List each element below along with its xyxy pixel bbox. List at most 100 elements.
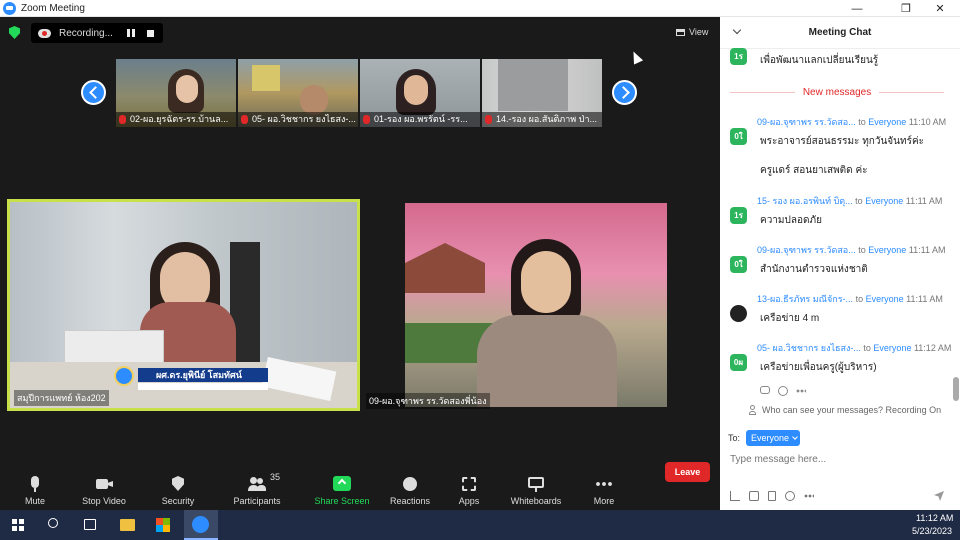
chat-message: 09-ผอ.จุฑาพร รร.วัดสอ... to Everyone 11:… bbox=[720, 242, 952, 282]
reactions-button[interactable]: Reactions bbox=[388, 468, 432, 510]
format-icon[interactable] bbox=[730, 491, 740, 501]
video-camera-icon bbox=[95, 476, 113, 492]
meeting-chat-panel: Meeting Chat 1ร เพื่อพัฒนาแลกเปลี่ยนเรีย… bbox=[720, 17, 960, 510]
whiteboard-icon bbox=[527, 476, 545, 492]
send-icon[interactable] bbox=[934, 491, 944, 501]
clock-date[interactable]: 5/23/2023 bbox=[912, 526, 952, 536]
more-dots-icon bbox=[595, 476, 613, 492]
meeting-top-bar: Recording... View bbox=[0, 17, 720, 49]
participants-count: 35 bbox=[270, 472, 281, 482]
meeting-area: Recording... View 02-ผอ.ยุรฉัตร-รร.บ้านล… bbox=[0, 17, 720, 510]
previous-page-button[interactable] bbox=[81, 80, 106, 105]
chat-header: Meeting Chat bbox=[720, 17, 960, 49]
avatar: 0ใ bbox=[730, 256, 747, 273]
window-title: Zoom Meeting bbox=[21, 2, 85, 14]
message-text: ครูแดร์ สอนยาเสพติด ค่ะ bbox=[760, 165, 868, 176]
message-text: เพื่อพัฒนาแลกเปลี่ยนเรียนรู้ bbox=[760, 55, 879, 66]
message-text: เครือข่ายเพื่อนครู(ผู้บริหาร) bbox=[760, 362, 877, 373]
muted-mic-icon bbox=[241, 115, 248, 124]
message-meta: 09-ผอ.จุฑาพร รร.วัดสอ... to Everyone 11:… bbox=[757, 117, 947, 127]
recording-indicator: Recording... bbox=[31, 23, 163, 43]
clock-time[interactable]: 11:12 AM bbox=[916, 513, 953, 523]
meeting-toolbar: Mute Stop Video Security Participants 35… bbox=[0, 468, 720, 510]
chat-message-input[interactable] bbox=[730, 450, 950, 468]
participant-name: 09-ผอ.จุฑาพร รร.วัดสองพี่น้อง bbox=[366, 393, 490, 409]
shield-icon[interactable] bbox=[9, 26, 20, 39]
participant-thumbnail[interactable]: 01-รอง ผอ.พรรัตน์ -รร... bbox=[360, 59, 480, 127]
view-button[interactable]: View bbox=[676, 27, 708, 37]
avatar: 0ใ bbox=[730, 128, 747, 145]
to-label: To: bbox=[728, 433, 741, 443]
security-button[interactable]: Security bbox=[160, 468, 196, 510]
reply-icon[interactable] bbox=[760, 386, 770, 394]
participant-name: 14.-รอง ผอ.สันติภาพ ป่า... bbox=[482, 112, 602, 127]
avatar: 1ร bbox=[730, 48, 747, 65]
new-messages-divider: New messages bbox=[730, 85, 945, 99]
participant-name: 02-ผอ.ยุรฉัตร-รร.บ้านล... bbox=[116, 112, 236, 127]
more-button[interactable]: More bbox=[590, 468, 618, 510]
windows-start-icon[interactable] bbox=[12, 519, 24, 531]
screenshot-icon[interactable] bbox=[749, 491, 759, 501]
pause-recording-button[interactable] bbox=[127, 29, 135, 37]
chat-message: 13-ผอ.ธีรภัทร มณีจักร-... to Everyone 11… bbox=[720, 291, 952, 331]
participant-thumbnail[interactable]: 02-ผอ.ยุรฉัตร-รร.บ้านล... bbox=[116, 59, 236, 127]
recipient-select[interactable]: Everyone bbox=[746, 430, 800, 446]
windows-taskbar: 11:12 AM 5/23/2023 bbox=[0, 510, 960, 540]
task-view-icon[interactable] bbox=[84, 519, 96, 530]
close-button[interactable]: ✕ bbox=[925, 0, 955, 17]
participant-video[interactable]: 09-ผอ.จุฑาพร รร.วัดสองพี่น้อง bbox=[362, 199, 713, 411]
privacy-notice[interactable]: Who can see your messages? Recording On bbox=[762, 405, 941, 415]
restore-button[interactable]: ❐ bbox=[891, 0, 921, 17]
grid-view-icon bbox=[676, 28, 685, 36]
message-text: พระอาจารย์สอนธรรมะ ทุกวันจันทร์ค่ะ bbox=[760, 136, 925, 147]
message-text: สำนักงานตำรวจแห่งชาติ bbox=[760, 264, 868, 275]
stop-recording-button[interactable] bbox=[147, 29, 154, 37]
avatar: 1ร bbox=[730, 207, 747, 224]
chevron-down-icon bbox=[792, 434, 798, 440]
participant-thumbnail[interactable]: 14.-รอง ผอ.สันติภาพ ป่า... bbox=[482, 59, 602, 127]
avatar: 0ผ bbox=[730, 354, 747, 371]
muted-mic-icon bbox=[363, 115, 370, 124]
next-page-button[interactable] bbox=[612, 80, 637, 105]
view-label: View bbox=[689, 27, 709, 37]
microsoft-store-icon[interactable] bbox=[156, 518, 170, 532]
file-explorer-icon[interactable] bbox=[120, 519, 135, 531]
message-text: ความปลอดภัย bbox=[760, 215, 822, 226]
more-options-icon[interactable] bbox=[796, 389, 806, 393]
apps-button[interactable]: Apps bbox=[456, 468, 482, 510]
banner-logo-icon bbox=[114, 366, 134, 386]
more-options-icon[interactable] bbox=[804, 494, 814, 498]
message-meta: 15- รอง ผอ.อรพินท์ บิตุ... to Everyone 1… bbox=[757, 196, 943, 206]
message-meta: 13-ผอ.ธีรภัทร มณีจักร-... to Everyone 11… bbox=[757, 294, 943, 304]
security-shield-icon bbox=[169, 476, 187, 492]
stop-video-button[interactable]: Stop Video bbox=[80, 468, 128, 510]
participant-thumbnail[interactable]: 05- ผอ.วิชชากร ยงไธสง-... bbox=[238, 59, 358, 127]
smiley-icon bbox=[401, 476, 419, 492]
emoji-icon[interactable] bbox=[785, 491, 795, 501]
minimize-button[interactable]: — bbox=[842, 0, 872, 17]
message-meta: 09-ผอ.จุฑาพร รร.วัดสอ... to Everyone 11:… bbox=[757, 245, 946, 255]
leave-button[interactable]: Leave bbox=[665, 462, 710, 482]
active-speaker-video[interactable]: ผศ.ดร.ยุพินีย์ โสมทัศน์ สมุปีการแพทย์ ห้… bbox=[7, 199, 360, 411]
name-banner: ผศ.ดร.ยุพินีย์ โสมทัศน์ bbox=[138, 368, 268, 382]
chat-message: 05- ผอ.วิชชากร ยงไธสง-... to Everyone 11… bbox=[720, 340, 952, 380]
muted-mic-icon bbox=[485, 115, 492, 124]
cloud-record-icon bbox=[38, 28, 51, 38]
search-icon[interactable] bbox=[48, 518, 58, 528]
zoom-logo-icon bbox=[3, 1, 16, 15]
muted-mic-icon bbox=[119, 115, 126, 124]
file-icon[interactable] bbox=[768, 491, 776, 501]
chat-scrollbar[interactable] bbox=[953, 377, 959, 401]
share-screen-button[interactable]: Share Screen bbox=[314, 468, 370, 510]
participants-icon bbox=[248, 476, 266, 492]
zoom-taskbar-button[interactable] bbox=[184, 510, 218, 540]
message-actions bbox=[760, 386, 806, 396]
mute-button[interactable]: Mute bbox=[20, 468, 50, 510]
zoom-icon bbox=[192, 516, 209, 533]
whiteboards-button[interactable]: Whiteboards bbox=[508, 468, 564, 510]
message-text: เครือข่าย 4 m bbox=[760, 313, 820, 324]
participant-name: 01-รอง ผอ.พรรัตน์ -รร... bbox=[360, 112, 480, 127]
share-screen-icon bbox=[333, 476, 351, 492]
microphone-icon bbox=[26, 476, 44, 492]
emoji-reaction-icon[interactable] bbox=[778, 386, 788, 396]
